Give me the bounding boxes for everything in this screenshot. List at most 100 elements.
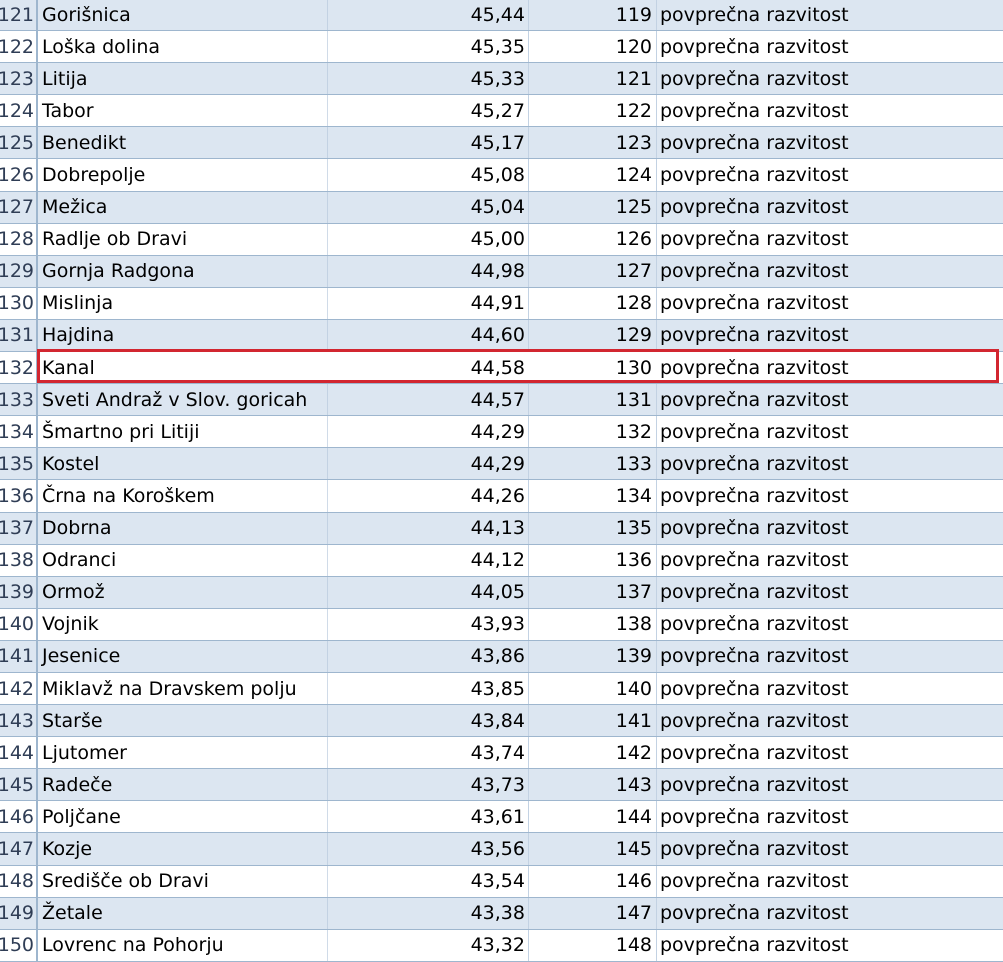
rank-cell[interactable]: 132 <box>529 416 657 448</box>
row-number[interactable]: 125 <box>0 127 38 159</box>
score-cell[interactable]: 44,26 <box>328 480 529 512</box>
row-number[interactable]: 124 <box>0 95 38 127</box>
row-number[interactable]: 132 <box>0 352 38 384</box>
rank-cell[interactable]: 119 <box>529 0 657 31</box>
rank-cell[interactable]: 138 <box>529 608 657 640</box>
table-row[interactable]: 125 Benedikt 45,17 123 povprečna razvitost <box>0 127 1003 160</box>
municipality-cell[interactable]: Dobrna <box>38 512 328 544</box>
row-number[interactable]: 123 <box>0 63 38 95</box>
row-number[interactable]: 122 <box>0 31 38 63</box>
rank-cell[interactable]: 145 <box>529 833 657 865</box>
score-cell[interactable]: 44,12 <box>328 544 529 576</box>
municipality-cell[interactable]: Središče ob Dravi <box>38 865 328 897</box>
score-cell[interactable]: 44,57 <box>328 384 529 416</box>
row-number[interactable]: 141 <box>0 640 38 672</box>
rank-cell[interactable]: 148 <box>529 929 657 961</box>
municipality-cell[interactable]: Odranci <box>38 544 328 576</box>
row-number[interactable]: 134 <box>0 416 38 448</box>
row-number[interactable]: 130 <box>0 287 38 319</box>
category-cell[interactable]: povprečna razvitost <box>657 192 1003 223</box>
score-cell[interactable]: 43,61 <box>328 801 529 833</box>
row-number[interactable]: 146 <box>0 801 38 833</box>
score-cell[interactable]: 44,05 <box>328 576 529 608</box>
table-row[interactable]: 132 Kanal 44,58 130 povprečna razvitost <box>0 352 1003 385</box>
rank-cell[interactable]: 127 <box>529 255 657 287</box>
category-cell[interactable]: povprečna razvitost <box>657 95 1003 126</box>
category-cell[interactable]: povprečna razvitost <box>657 609 1003 640</box>
rank-cell[interactable]: 130 <box>529 352 657 384</box>
rank-cell[interactable]: 126 <box>529 223 657 255</box>
row-number[interactable]: 150 <box>0 929 38 961</box>
municipality-cell[interactable]: Dobrepolje <box>38 159 328 191</box>
score-cell[interactable]: 45,17 <box>328 127 529 159</box>
rank-cell[interactable]: 123 <box>529 127 657 159</box>
rank-cell[interactable]: 147 <box>529 897 657 929</box>
rank-cell[interactable]: 142 <box>529 737 657 769</box>
row-number[interactable]: 121 <box>0 0 38 31</box>
category-cell[interactable]: povprečna razvitost <box>657 930 1003 961</box>
rank-cell[interactable]: 134 <box>529 480 657 512</box>
municipality-cell[interactable]: Mislinja <box>38 287 328 319</box>
table-row[interactable]: 142 Miklavž na Dravskem polju 43,85 140 povp… <box>0 672 1003 706</box>
municipality-cell[interactable]: Miklavž na Dravskem polju <box>38 672 328 705</box>
category-cell[interactable]: povprečna razvitost <box>657 801 1003 832</box>
category-cell[interactable]: povprečna razvitost <box>657 288 1003 319</box>
municipality-cell[interactable]: Litija <box>38 63 328 95</box>
category-cell[interactable]: povprečna razvitost <box>657 545 1003 576</box>
table-row[interactable]: 145 Radeče 43,73 143 povprečna razvitost <box>0 769 1003 802</box>
table-row[interactable]: 149 Žetale 43,38 147 povprečna razvitost <box>0 897 1003 930</box>
row-number[interactable]: 133 <box>0 384 38 416</box>
municipality-cell[interactable]: Sveti Andraž v Slov. goricah <box>38 384 328 416</box>
municipality-cell[interactable]: Poljčane <box>38 801 328 833</box>
municipality-cell[interactable]: Šmartno pri Litiji <box>38 416 328 448</box>
score-cell[interactable]: 44,91 <box>328 287 529 319</box>
municipality-cell[interactable]: Kanal <box>38 352 328 384</box>
table-row[interactable]: 139 Ormož 44,05 137 povprečna razvitost <box>0 576 1003 609</box>
municipality-cell[interactable]: Vojnik <box>38 608 328 640</box>
municipality-cell[interactable]: Hajdina <box>38 319 328 352</box>
rank-cell[interactable]: 141 <box>529 705 657 737</box>
table-row[interactable]: 135 Kostel 44,29 133 povprečna razvitost <box>0 448 1003 481</box>
score-cell[interactable]: 43,73 <box>328 769 529 801</box>
table-row[interactable]: 140 Vojnik 43,93 138 povprečna razvitost <box>0 608 1003 641</box>
municipality-cell[interactable]: Jesenice <box>38 640 328 672</box>
score-cell[interactable]: 45,33 <box>328 63 529 95</box>
municipality-cell[interactable]: Ljutomer <box>38 737 328 769</box>
table-row[interactable]: 129 Gornja Radgona 44,98 127 povprečna razvi… <box>0 255 1003 288</box>
table-row[interactable]: 121 Gorišnica 45,44 119 povprečna razvitost <box>0 0 1003 32</box>
row-number[interactable]: 142 <box>0 672 38 705</box>
table-row[interactable]: 126 Dobrepolje 45,08 124 povprečna razvitost <box>0 159 1003 192</box>
table-row[interactable]: 137 Dobrna 44,13 135 povprečna razvitost <box>0 512 1003 545</box>
category-cell[interactable]: povprečna razvitost <box>657 641 1003 672</box>
score-cell[interactable]: 44,98 <box>328 255 529 287</box>
rank-cell[interactable]: 135 <box>529 512 657 544</box>
row-number[interactable]: 138 <box>0 544 38 576</box>
rank-cell[interactable]: 137 <box>529 576 657 608</box>
table-row[interactable]: 138 Odranci 44,12 136 povprečna razvitost <box>0 544 1003 577</box>
table-row[interactable]: 150 Lovrenc na Pohorju 43,32 148 povprečna r… <box>0 929 1003 962</box>
rank-cell[interactable]: 125 <box>529 191 657 223</box>
row-number[interactable]: 143 <box>0 705 38 737</box>
municipality-cell[interactable]: Kostel <box>38 448 328 480</box>
row-number[interactable]: 131 <box>0 319 38 352</box>
table-row[interactable]: 124 Tabor 45,27 122 povprečna razvitost <box>0 95 1003 128</box>
rank-cell[interactable]: 139 <box>529 640 657 672</box>
category-cell[interactable]: povprečna razvitost <box>657 737 1003 768</box>
table-row[interactable]: 136 Črna na Koroškem 44,26 134 povprečna raz… <box>0 480 1003 513</box>
row-number[interactable]: 140 <box>0 608 38 640</box>
score-cell[interactable]: 44,29 <box>328 416 529 448</box>
municipality-cell[interactable]: Lovrenc na Pohorju <box>38 929 328 961</box>
table-row[interactable]: 133 Sveti Andraž v Slov. goricah 44,57 131 p… <box>0 384 1003 417</box>
table-row[interactable]: 130 Mislinja 44,91 128 povprečna razvitost <box>0 287 1003 320</box>
score-cell[interactable]: 43,38 <box>328 897 529 929</box>
category-cell[interactable]: povprečna razvitost <box>657 224 1003 255</box>
rank-cell[interactable]: 143 <box>529 769 657 801</box>
category-cell[interactable]: povprečna razvitost <box>657 705 1003 736</box>
row-number[interactable]: 145 <box>0 769 38 801</box>
row-number[interactable]: 129 <box>0 255 38 287</box>
score-cell[interactable]: 43,84 <box>328 705 529 737</box>
score-cell[interactable]: 43,32 <box>328 929 529 961</box>
score-cell[interactable]: 45,44 <box>328 0 529 31</box>
table-row[interactable]: 131 Hajdina 44,60 129 povprečna razvitost <box>0 319 1003 353</box>
category-cell[interactable]: povprečna razvitost <box>657 159 1003 190</box>
